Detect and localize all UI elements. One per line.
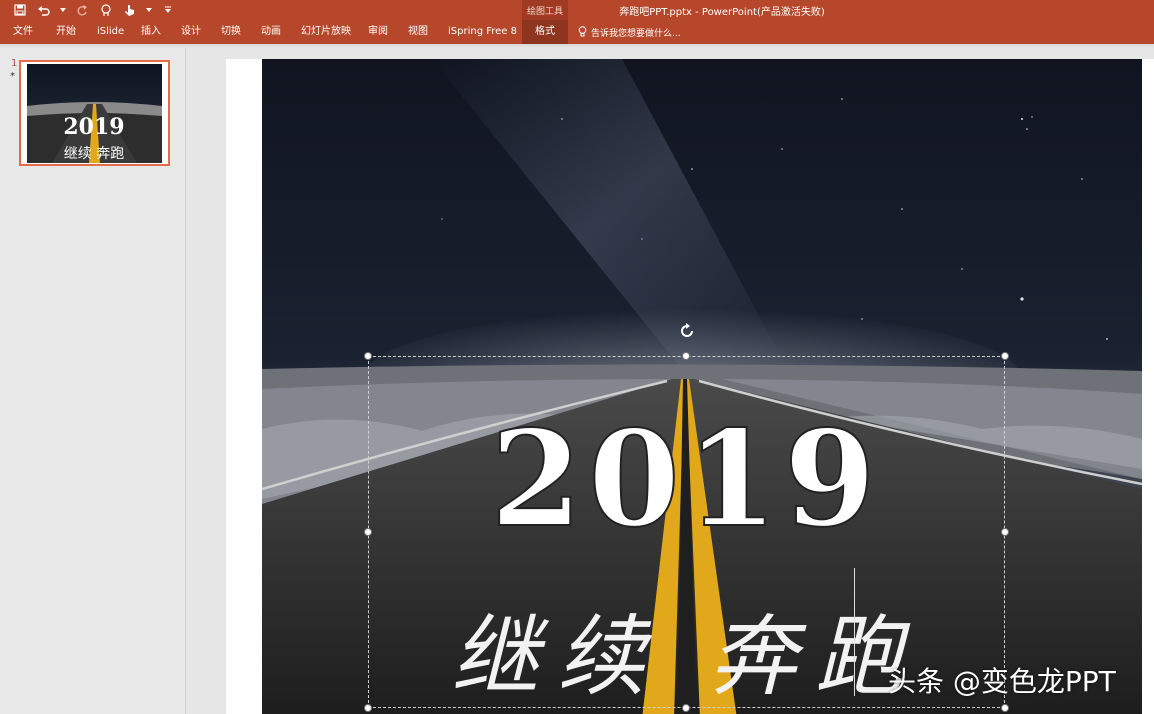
tab-ispring[interactable]: iSpring Free 8 <box>448 20 517 44</box>
tab-transitions[interactable]: 切换 <box>221 20 241 44</box>
tab-format[interactable]: 格式 <box>522 20 568 44</box>
slide-number: 1 <box>11 58 18 69</box>
watermark: 头条 @变色龙PPT <box>888 665 1116 698</box>
thumbnail-subtitle: 继续 奔跑 <box>64 145 124 162</box>
text-box-selection[interactable] <box>368 356 1005 708</box>
tell-me-text: 告诉我您想要做什么... <box>591 28 681 39</box>
resize-handle-se[interactable] <box>1001 704 1009 712</box>
tell-me-box[interactable]: 告诉我您想要做什么... <box>578 20 681 44</box>
ribbon-tab-bar: 文件 开始 iSlide 插入 设计 切换 动画 幻灯片放映 审阅 视图 iSp… <box>0 20 1154 44</box>
tab-insert[interactable]: 插入 <box>141 20 161 44</box>
resize-handle-sw[interactable] <box>364 704 372 712</box>
resize-handle-s[interactable] <box>682 704 690 712</box>
resize-handle-w[interactable] <box>364 528 372 536</box>
tab-slideshow[interactable]: 幻灯片放映 <box>301 20 351 44</box>
tab-islide[interactable]: iSlide <box>97 20 124 44</box>
lightbulb-icon <box>578 26 587 37</box>
contextual-group-label: 绘图工具 <box>526 7 563 17</box>
tab-home[interactable]: 开始 <box>56 20 76 44</box>
resize-handle-ne[interactable] <box>1001 352 1009 360</box>
tab-review[interactable]: 审阅 <box>368 20 388 44</box>
tab-file[interactable]: 文件 <box>13 20 33 44</box>
drawing-tools-group: 绘图工具 格式 <box>522 0 568 44</box>
tab-view[interactable]: 视图 <box>408 20 428 44</box>
tab-animations[interactable]: 动画 <box>261 20 281 44</box>
tab-design[interactable]: 设计 <box>181 20 201 44</box>
resize-handle-e[interactable] <box>1001 528 1009 536</box>
resize-handle-nw[interactable] <box>364 352 372 360</box>
resize-handle-n[interactable] <box>682 352 690 360</box>
window-title: 奔跑吧PPT.pptx - PowerPoint(产品激活失败) <box>619 7 825 18</box>
rotate-handle-icon[interactable] <box>678 322 696 340</box>
slide-thumbnail[interactable]: 2019 继续 奔跑 <box>19 60 170 166</box>
title-bar: 奔跑吧PPT.pptx - PowerPoint(产品激活失败) <box>0 0 1154 20</box>
slide-thumbnail-image: 2019 继续 奔跑 <box>27 64 162 163</box>
text-cursor <box>854 568 855 696</box>
thumbnail-year: 2019 <box>63 114 124 140</box>
animation-marker: * <box>10 71 15 82</box>
slide-thumbnail-pane: 1 * 2019 继续 奔跑 <box>0 48 186 714</box>
